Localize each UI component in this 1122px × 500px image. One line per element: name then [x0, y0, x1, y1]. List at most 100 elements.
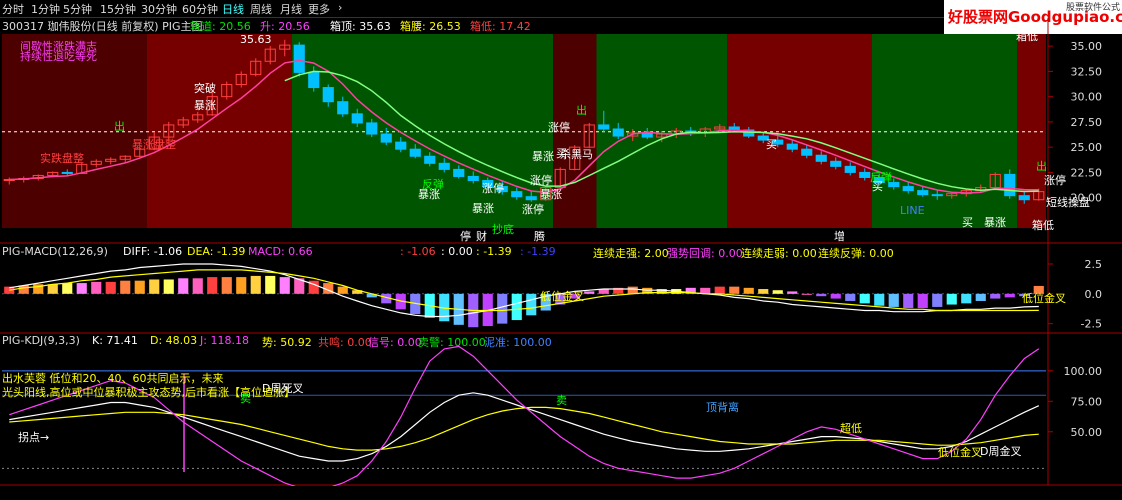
candle [308, 71, 320, 89]
candle [293, 44, 305, 73]
macd-bar [526, 293, 537, 316]
kdj-annotation: 低位金叉 [938, 445, 982, 459]
trend-zone [872, 34, 1017, 228]
candle [525, 196, 537, 201]
kdj-annotation: D周死叉 [262, 382, 303, 395]
price-annotation: 买 [766, 138, 777, 151]
stock-chart[interactable]: 20.0022.5025.0027.5030.0032.5035.00间歇性涨跌… [0, 0, 1122, 500]
macd-bar [801, 293, 812, 295]
macd-bar [830, 293, 841, 299]
price-annotation: 出 [576, 103, 587, 117]
price-annotation: 暴涨 [532, 150, 554, 163]
macd-bar [729, 286, 740, 294]
macd-tick-label: -2.5 [1081, 318, 1102, 331]
macd-bar [47, 284, 58, 294]
macd-tick-label: 0.0 [1085, 288, 1103, 301]
macd-bar [743, 287, 754, 294]
kdj-annotation: 卖 [556, 394, 567, 407]
candle [598, 124, 610, 130]
price-annotation: 箱低 [1032, 218, 1054, 232]
candle [351, 113, 363, 124]
macd-bar [758, 289, 769, 294]
price-annotation: 涨停 [522, 202, 544, 216]
kdj-line-k [9, 392, 1040, 462]
candle [395, 141, 407, 150]
price-annotation: 财 [476, 229, 487, 243]
macd-bar [627, 286, 638, 294]
price-annotation: 涨停 [482, 181, 504, 195]
kdj-annotation: 卖 [240, 392, 251, 405]
candle [917, 190, 929, 196]
macd-bar [337, 286, 348, 294]
macd-bar [511, 293, 522, 321]
macd-bar [207, 277, 218, 294]
price-tick-label: 27.50 [1071, 116, 1103, 129]
price-annotation: 买 [872, 180, 883, 193]
kdj-tick-label: 75.00 [1071, 395, 1103, 408]
macd-bar [120, 280, 131, 294]
macd-bar [1004, 293, 1015, 298]
candle [467, 175, 479, 182]
price-annotation: 买 [962, 216, 973, 229]
kdj-annotation: 超低 [840, 421, 862, 435]
candle [380, 133, 392, 143]
macd-bar [149, 279, 160, 294]
macd-tick-label: 2.5 [1085, 258, 1103, 271]
macd-bar [105, 281, 116, 294]
price-annotation: 暴涨 [472, 202, 494, 215]
candle [322, 87, 334, 103]
price-tick-label: 30.00 [1071, 91, 1103, 104]
price-tick-label: 32.50 [1071, 65, 1103, 78]
price-annotation: 暴涨 [984, 216, 1006, 229]
macd-bar [816, 293, 827, 297]
price-annotation: 抄底 [492, 222, 514, 236]
macd-bar [236, 277, 247, 294]
candle [902, 186, 914, 192]
macd-bar [497, 293, 508, 324]
price-tick-label: 25.00 [1071, 141, 1103, 154]
trend-zone [2, 34, 147, 228]
kdj-annotation: 光头阳线,高位或中位暴积极主攻态势,后市看涨【高位追涨】 [2, 385, 295, 399]
macd-bar [859, 293, 870, 304]
macd-annotation: 低位金叉 [540, 289, 584, 303]
macd-bar [178, 278, 189, 294]
kdj-annotation: 拐点→ [18, 430, 49, 444]
candle [815, 154, 827, 162]
candle [830, 160, 842, 167]
macd-bar [192, 278, 203, 294]
candle [409, 148, 421, 157]
price-annotation: 持续性退吃等死 [20, 49, 97, 63]
kdj-annotation: 顶背离 [706, 400, 739, 414]
macd-bar [163, 279, 174, 294]
price-annotation: 出 [114, 119, 125, 133]
price-tick-label: 22.50 [1071, 166, 1103, 179]
price-annotation: 箱低 [1016, 29, 1038, 43]
macd-bar [888, 293, 899, 307]
macd-bar [584, 291, 595, 294]
macd-bar [845, 293, 856, 301]
price-annotation: 涨停 [530, 173, 552, 187]
macd-bar [932, 293, 943, 307]
candle [801, 148, 813, 156]
candle [366, 122, 378, 135]
candle [786, 143, 798, 150]
macd-annotation: 低位金叉 [1022, 291, 1066, 305]
kdj-annotation: 出水芙蓉 低位和20、40、60共同启示，未来 [2, 371, 224, 385]
macd-bar [18, 285, 29, 294]
macd-bar [903, 293, 914, 309]
macd-bar [990, 293, 1001, 299]
macd-bar [265, 275, 276, 294]
macd-bar [772, 290, 783, 294]
macd-bar [250, 275, 261, 294]
macd-bar [961, 293, 972, 304]
candle [438, 162, 450, 170]
macd-bar [917, 293, 928, 309]
candle [424, 155, 436, 164]
price-annotation: 涨停 [1044, 173, 1066, 187]
price-annotation: 35.63 [240, 33, 272, 46]
price-annotation: 暴涨 [418, 188, 440, 201]
macd-bar [787, 291, 798, 294]
candle [337, 101, 349, 115]
macd-bar [91, 281, 102, 294]
price-annotation: 停 [460, 229, 471, 243]
